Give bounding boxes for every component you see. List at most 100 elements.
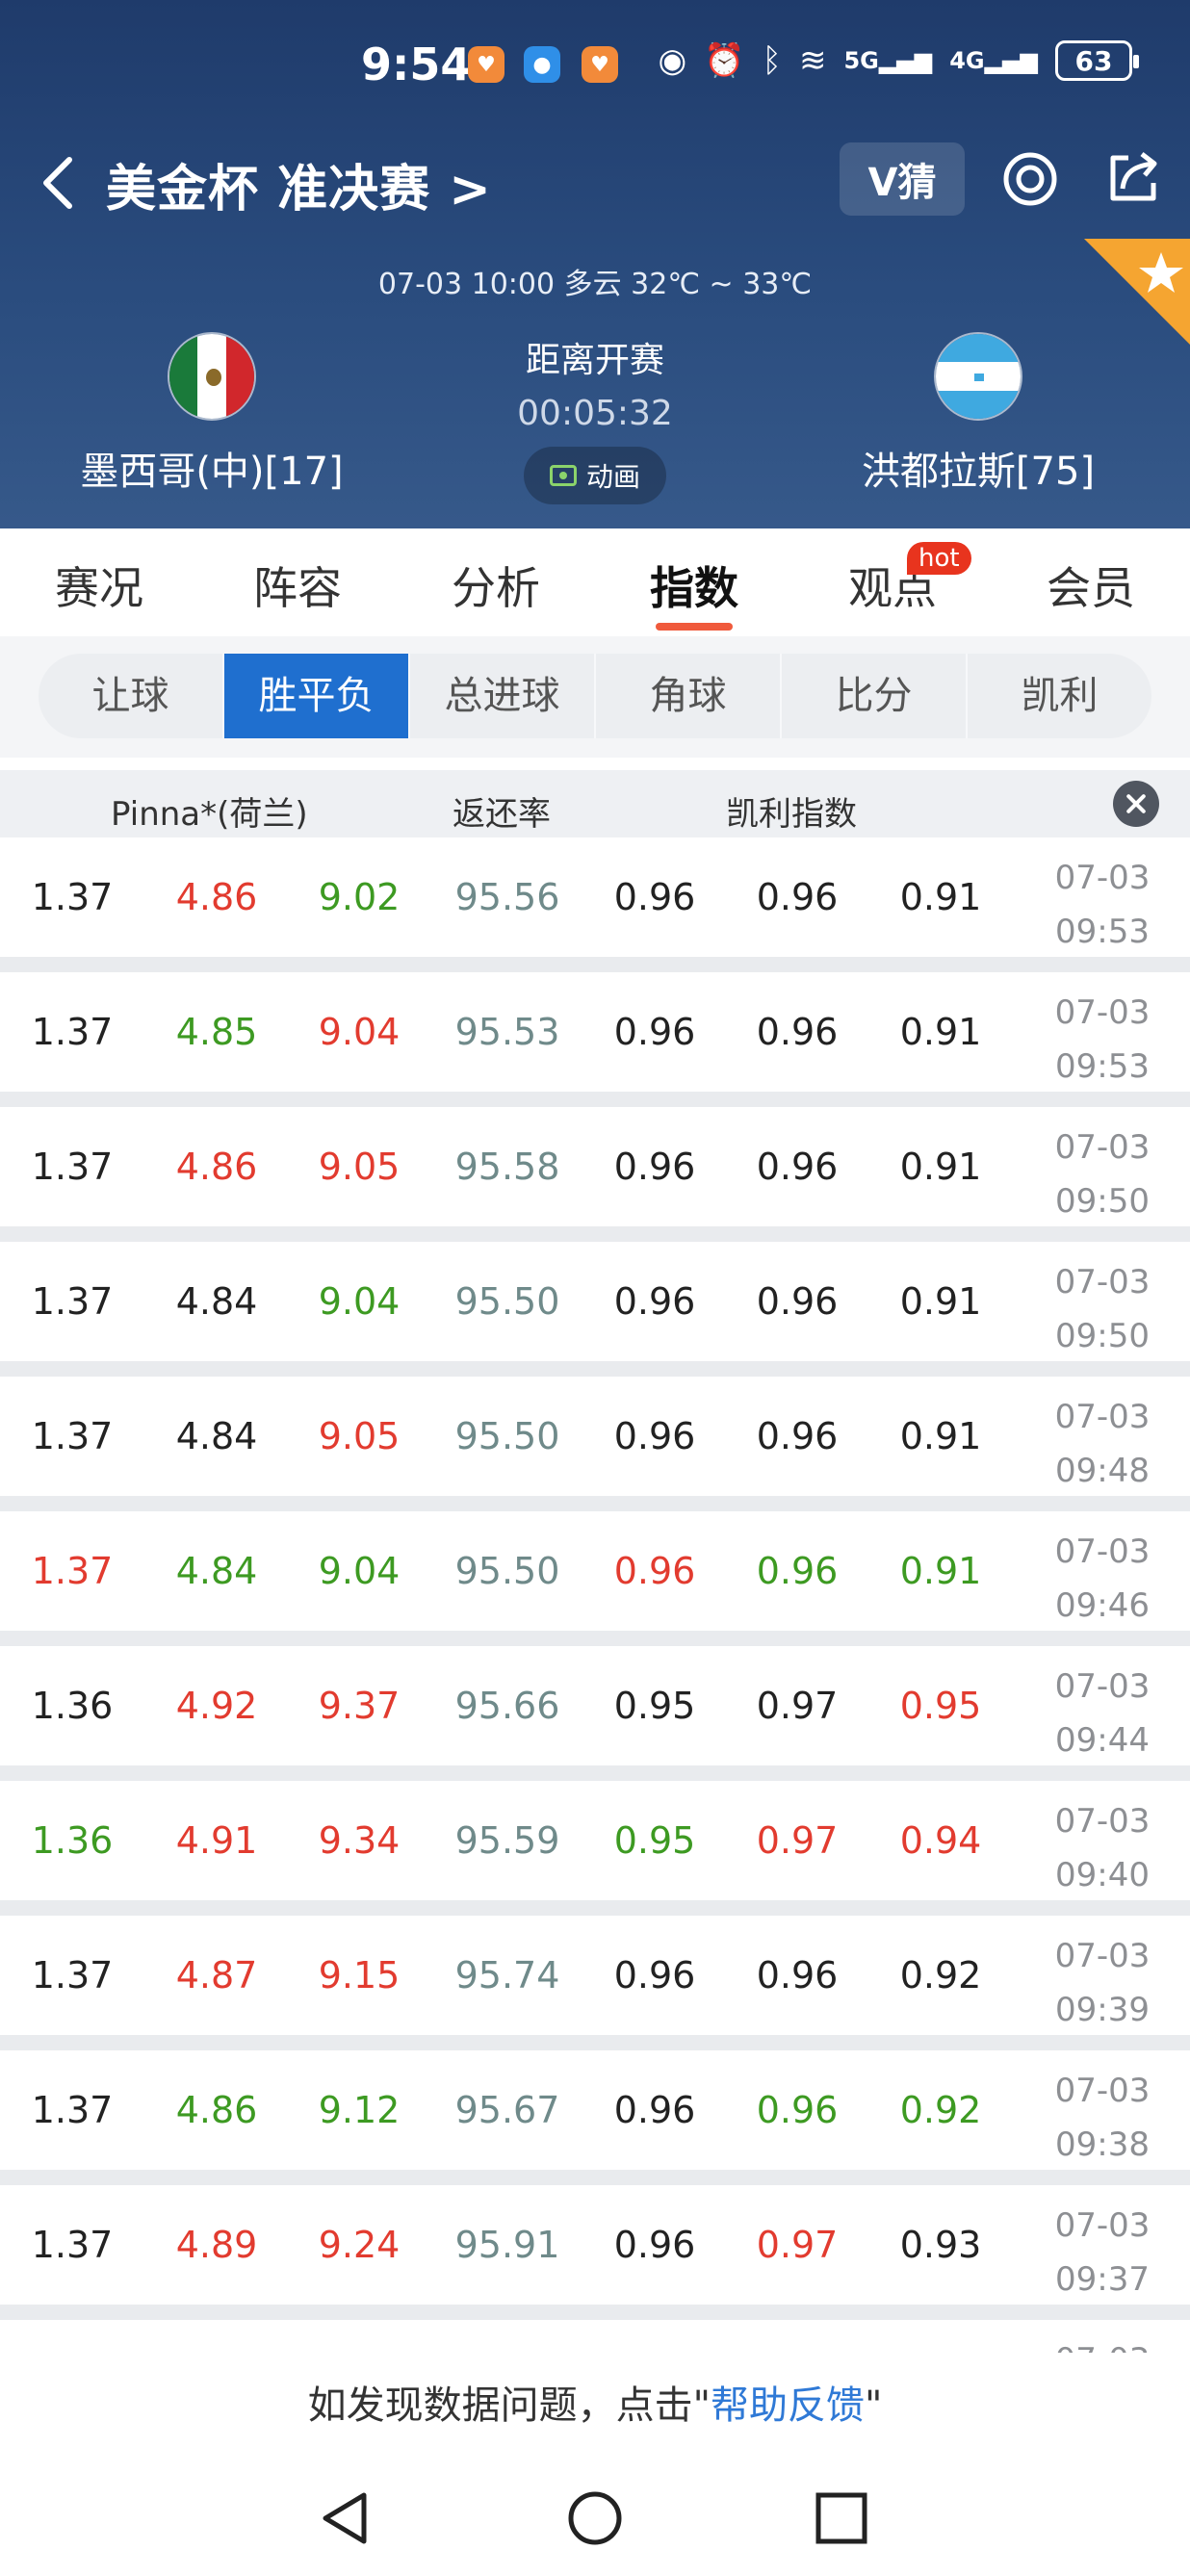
- odds-cell: 1.37: [31, 2089, 114, 2131]
- app-notification-icon-2: ♥: [582, 46, 618, 83]
- table-row[interactable]: 1.37 4.84 9.04 95.50 0.96 0.96 0.91 07-03 09:46: [0, 1511, 1190, 1646]
- odds-cell: 0.97: [756, 1685, 839, 1727]
- odds-cell: 0.96: [613, 1415, 696, 1457]
- row-date: 07-03: [1054, 1533, 1151, 1571]
- odds-cell: 0.96: [613, 1954, 696, 1996]
- row-date: 07-03: [1054, 1263, 1151, 1301]
- table-row[interactable]: 1.37 4.87 9.15 95.74 0.96 0.96 0.92 07-03 09:39: [0, 1916, 1190, 2050]
- feedback-text-end: ": [865, 2383, 883, 2428]
- vguess-button[interactable]: V猜: [840, 142, 965, 216]
- tab-odds[interactable]: 指数: [595, 528, 793, 636]
- away-team[interactable]: 洪都拉斯[75]: [786, 332, 1171, 496]
- honduras-flag-icon: [934, 332, 1022, 421]
- odds-cell: 0.96: [756, 1550, 839, 1592]
- row-time: 09:53: [1055, 1047, 1150, 1086]
- row-time: 09:53: [1055, 913, 1150, 951]
- feedback-link[interactable]: 帮助反馈: [711, 2383, 865, 2428]
- table-row[interactable]: 1.36 4.91 9.34 95.59 0.95 0.97 0.94 07-03 09:40: [0, 1781, 1190, 1916]
- odds-cell: 0.96: [613, 1280, 696, 1323]
- odds-cell: 4.92: [175, 1685, 258, 1727]
- table-row[interactable]: 1.37 4.86 9.02 95.56 0.96 0.96 0.91 07-03 09:53: [0, 837, 1190, 972]
- countdown-timer: 00:05:32: [517, 394, 673, 433]
- odds-cell: 0.96: [613, 1146, 696, 1188]
- row-date: 07-03: [1054, 993, 1151, 1032]
- tab-opinions[interactable]: 观点 hot: [793, 528, 992, 636]
- table-row[interactable]: 1.37 4.86 9.05 95.58 0.96 0.96 0.91 07-03 09:50: [0, 1107, 1190, 1242]
- signal-5g-icon: 5G▂▄▆: [843, 47, 933, 74]
- odds-cell: 4.84: [175, 1550, 258, 1592]
- odds-cell: 1.36: [31, 1685, 114, 1727]
- table-row[interactable]: 1.37 4.85 9.04 95.53 0.96 0.96 0.91 07-03 09:53: [0, 972, 1190, 1107]
- system-nav-bar: [0, 2459, 1190, 2576]
- row-timestamp: 07-03 09:48: [1035, 1390, 1170, 1498]
- bluetooth-icon: ᛒ: [762, 41, 782, 80]
- tab-match-status[interactable]: 赛况: [0, 528, 198, 636]
- odds-cell: 1.37: [31, 2224, 114, 2266]
- subtab-win-draw-lose[interactable]: 胜平负: [224, 654, 410, 738]
- odds-cell: 4.84: [175, 1280, 258, 1323]
- subtab-score[interactable]: 比分: [782, 654, 968, 738]
- subtab-total-goals[interactable]: 总进球: [410, 654, 596, 738]
- table-row[interactable]: 1.37 4.84 9.05 95.50 0.96 0.96 0.91 07-03 09:48: [0, 1377, 1190, 1511]
- row-time: 09:46: [1055, 1586, 1150, 1625]
- row-timestamp: 07-03 09:37: [1035, 2199, 1170, 2306]
- nav-back-icon[interactable]: [308, 2480, 385, 2557]
- odds-cell: 0.96: [756, 2089, 839, 2131]
- tab-analysis[interactable]: 分析: [397, 528, 595, 636]
- table-row[interactable]: 1.37 4.86 9.12 95.67 0.96 0.96 0.92 07-03 09:38: [0, 2050, 1190, 2185]
- odds-cell: [888, 2320, 994, 2353]
- row-time: 09:48: [1055, 1452, 1150, 1490]
- odds-cell: 1.37: [31, 1011, 114, 1053]
- odds-cell: 9.04: [318, 1280, 401, 1323]
- table-row[interactable]: 07-03: [0, 2320, 1190, 2353]
- odds-cell: 0.91: [899, 876, 982, 918]
- tab-membership[interactable]: 会员: [992, 528, 1190, 636]
- row-date: 07-03: [1035, 2333, 1170, 2353]
- row-date: 07-03: [1054, 859, 1151, 897]
- odds-cell: 9.02: [318, 876, 401, 918]
- odds-cell: 9.15: [318, 1954, 401, 1996]
- header-kelly: 凯利指数: [726, 795, 857, 834]
- close-icon[interactable]: [1113, 781, 1159, 827]
- subtab-handicap[interactable]: 让球: [39, 654, 224, 738]
- subtab-corners[interactable]: 角球: [596, 654, 782, 738]
- odds-cell: 0.91: [899, 1011, 982, 1053]
- odds-cell: [164, 2320, 270, 2353]
- status-bar: 9:54 ♥ ● ♥ ◉ ⏰ ᛒ ≋ 5G▂▄▆ 4G▂▄▆ 63: [0, 29, 1190, 106]
- row-time: 09:37: [1055, 2260, 1150, 2299]
- home-team[interactable]: 墨西哥(中)[17]: [19, 332, 404, 496]
- odds-cell: 95.50: [454, 1415, 560, 1457]
- odds-cell: 0.91: [899, 1280, 982, 1323]
- table-row[interactable]: 1.37 4.89 9.24 95.91 0.96 0.97 0.93 07-03 09:37: [0, 2185, 1190, 2320]
- odds-cell: 0.96: [756, 1011, 839, 1053]
- odds-cell: 9.05: [318, 1146, 401, 1188]
- row-timestamp: 07-03 09:39: [1035, 1929, 1170, 2037]
- subtab-kelly[interactable]: 凯利: [968, 654, 1151, 738]
- target-icon[interactable]: [1001, 150, 1059, 208]
- odds-cell: 0.96: [756, 876, 839, 918]
- hot-badge: hot: [907, 542, 971, 575]
- battery-icon: 63: [1055, 40, 1139, 81]
- table-row[interactable]: 1.36 4.92 9.37 95.66 0.95 0.97 0.95 07-03 09:44: [0, 1646, 1190, 1781]
- row-date: 07-03: [1054, 1937, 1151, 1975]
- row-timestamp: 07-03 09:53: [1035, 851, 1170, 959]
- match-header: 9:54 ♥ ● ♥ ◉ ⏰ ᛒ ≋ 5G▂▄▆ 4G▂▄▆ 63 美金杯 准决…: [0, 0, 1190, 528]
- tab-lineup[interactable]: 阵容: [198, 528, 397, 636]
- share-icon[interactable]: [1103, 148, 1163, 208]
- odds-cell: [19, 2320, 125, 2353]
- back-arrow-icon[interactable]: [35, 154, 83, 212]
- table-row[interactable]: 1.37 4.84 9.04 95.50 0.96 0.96 0.91 07-03 09:50: [0, 1242, 1190, 1377]
- row-date: 07-03: [1054, 1667, 1151, 1706]
- odds-cell: [445, 2320, 570, 2353]
- row-timestamp: 07-03 09:38: [1035, 2064, 1170, 2172]
- odds-cell: 1.37: [31, 1550, 114, 1592]
- animation-button[interactable]: 动画: [524, 447, 666, 504]
- odds-cell: 95.74: [454, 1954, 560, 1996]
- nav-home-icon[interactable]: [556, 2480, 634, 2557]
- alarm-icon: ⏰: [704, 41, 745, 80]
- away-team-name: 洪都拉斯[75]: [861, 450, 1096, 494]
- header-company[interactable]: Pinna*(荷兰): [111, 787, 308, 835]
- odds-cell: 0.97: [756, 2224, 839, 2266]
- nav-recents-icon[interactable]: [803, 2480, 880, 2557]
- page-title[interactable]: 美金杯 准决赛 >: [106, 148, 492, 220]
